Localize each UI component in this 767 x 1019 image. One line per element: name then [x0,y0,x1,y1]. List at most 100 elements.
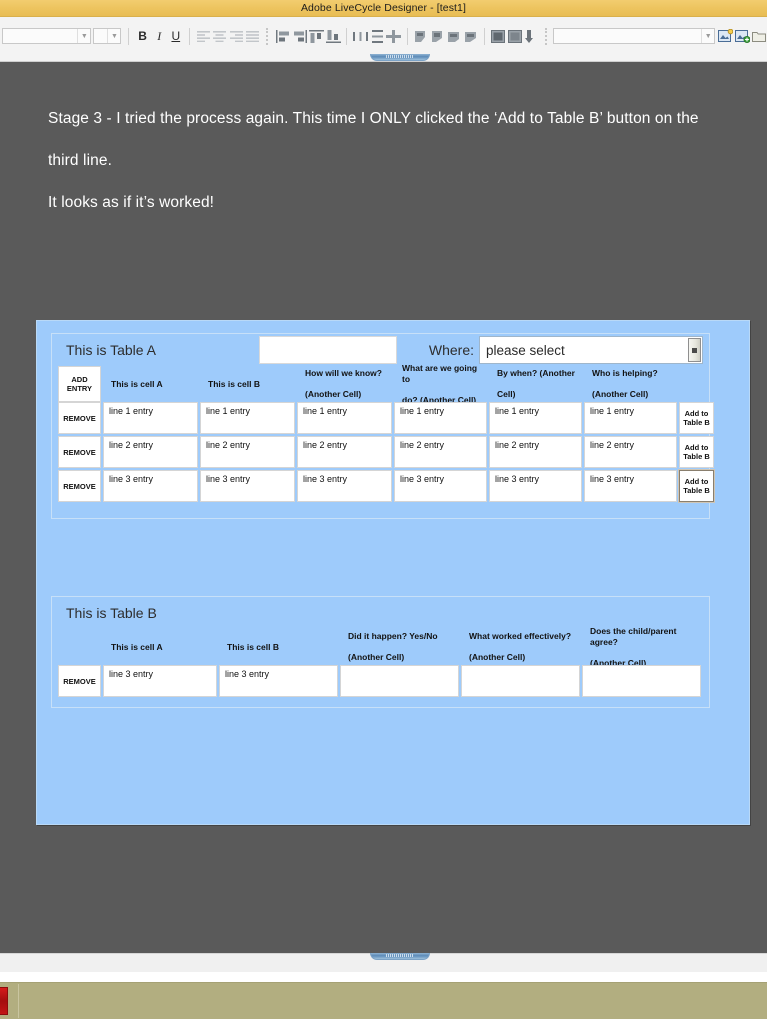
table-a-cell[interactable]: line 2 entry [489,436,582,468]
header-text-line1: What worked effectively? [469,631,572,642]
distribute-vertical-icon[interactable] [369,27,386,46]
table-row: REMOVE line 1 entry line 1 entry line 1 … [52,402,714,434]
header-text-line1: Who is helping? [592,368,658,379]
table-a-cell[interactable]: line 3 entry [297,470,392,502]
add-entry-label-line: ADD [71,375,88,384]
table-a-cell[interactable]: line 1 entry [200,402,295,434]
description-line-1: Stage 3 - I tried the process again. Thi… [48,110,699,127]
table-a-cell[interactable]: line 3 entry [584,470,677,502]
application-icon[interactable] [0,987,8,1015]
align-right-icon[interactable] [228,27,245,46]
remove-row-button[interactable]: REMOVE [58,470,101,502]
align-objects-left-icon[interactable] [275,27,292,46]
table-b-cell[interactable] [582,665,701,697]
bold-button[interactable]: B [134,27,151,46]
object-library-combo[interactable]: ▼ [553,28,716,44]
bottom-splitter-grip[interactable] [370,953,430,960]
add-entry-button[interactable]: ADD ENTRY [58,366,101,402]
table-a-header-by-when: By when? (Another Cell) [489,366,582,402]
wrap-through-icon[interactable] [446,27,463,46]
add-to-table-b-button[interactable]: Add to Table B [678,469,715,503]
wrap-tight-icon[interactable] [429,27,446,46]
table-a-cell[interactable]: line 2 entry [200,436,295,468]
button-label-line2: Table B [683,452,710,461]
table-a-cell[interactable]: line 1 entry [584,402,677,434]
where-dropdown[interactable]: please select [479,336,703,364]
toolbar-splitter-grip[interactable] [370,54,430,61]
table-b-header-cell-a: This is cell A [103,629,217,665]
new-image-field-icon[interactable] [717,27,734,46]
table-b-header-cell-b: This is cell B [219,629,338,665]
table-a-cell[interactable]: line 1 entry [489,402,582,434]
add-image-field-icon[interactable] [734,27,751,46]
center-in-page-icon[interactable] [385,27,402,46]
fill-gradient-icon[interactable] [507,27,524,46]
table-a-blank-field[interactable] [259,336,397,364]
window-title-bar: Adobe LiveCycle Designer - [test1] [0,0,767,17]
wrap-none-icon[interactable] [463,27,480,46]
table-b-cell[interactable]: line 3 entry [103,665,217,697]
table-a-cell[interactable]: line 2 entry [584,436,677,468]
button-label-line1: Add to [684,443,709,452]
header-text-line1: This is cell B [208,378,260,389]
table-a-cell[interactable]: line 1 entry [394,402,487,434]
table-a-cell[interactable]: line 2 entry [297,436,392,468]
table-a-cell[interactable]: line 2 entry [103,436,198,468]
description-line-3: It looks as if it’s worked! [48,194,215,211]
table-a-cell[interactable]: line 3 entry [394,470,487,502]
table-b-cell[interactable] [340,665,459,697]
align-objects-right-icon[interactable] [292,27,309,46]
remove-row-button[interactable]: REMOVE [58,665,101,697]
table-a-cell[interactable]: line 3 entry [489,470,582,502]
table-a-cell[interactable]: line 2 entry [394,436,487,468]
chevron-down-icon: ▼ [77,29,90,43]
form-preview-canvas: This is Table A Where: please select ADD… [36,320,750,825]
wrap-square-icon[interactable] [413,27,430,46]
align-objects-top-icon[interactable] [308,27,325,46]
table-a-cell[interactable]: line 3 entry [200,470,295,502]
distribute-horizontal-icon[interactable] [352,27,369,46]
remove-row-button[interactable]: REMOVE [58,436,101,468]
underline-button[interactable]: U [168,27,185,46]
toolbar-divider [128,27,130,45]
italic-button[interactable]: I [151,27,168,46]
folder-icon[interactable] [750,27,767,46]
header-text-line1: What are we going to [402,363,478,384]
align-center-icon[interactable] [212,27,229,46]
header-text-line1: How will we know? [305,368,382,379]
add-to-table-b-button[interactable]: Add to Table B [679,436,714,468]
align-justify-icon[interactable] [245,27,262,46]
table-a-cell[interactable]: line 3 entry [103,470,198,502]
table-a-header-who-is-helping: Who is helping? (Another Cell) [584,366,677,402]
table-b-title-row: This is Table B [52,597,709,629]
send-backward-icon[interactable] [523,27,540,46]
document-workspace: Stage 3 - I tried the process again. Thi… [0,62,767,953]
chevron-down-icon[interactable] [688,338,701,362]
toolbar-divider [484,27,485,45]
fill-solid-icon[interactable] [490,27,507,46]
table-b-cell[interactable]: line 3 entry [219,665,338,697]
where-label: Where: [428,342,474,358]
add-entry-label-line: ENTRY [66,384,93,393]
window-title: Adobe LiveCycle Designer - [test1] [300,2,467,14]
table-a-cell[interactable]: line 1 entry [297,402,392,434]
table-b-header-did-it-happen: Did it happen? Yes/No (Another Cell) [340,629,459,665]
align-objects-bottom-icon[interactable] [325,27,342,46]
table-a-header-spacer [679,366,714,402]
taskbar-divider [18,984,19,1018]
add-to-table-b-button[interactable]: Add to Table B [679,402,714,434]
table-a-cell[interactable]: line 1 entry [103,402,198,434]
font-family-combo[interactable]: ▼ [2,28,92,44]
table-row: REMOVE line 3 entry line 3 entry [52,665,709,697]
toolbar-divider [266,27,270,45]
table-b-cell[interactable] [461,665,580,697]
chevron-down-icon: ▼ [701,29,714,43]
toolbar-divider [346,27,348,45]
header-text-line1: This is cell A [111,378,163,389]
table-b-title: This is Table B [66,605,157,621]
table-b-header-does-agree: Does the child/parent agree? (Another Ce… [582,626,701,668]
align-left-icon[interactable] [195,27,212,46]
toolbar-divider [189,27,190,45]
remove-row-button[interactable]: REMOVE [58,402,101,434]
font-size-combo[interactable]: ▼ [93,28,122,44]
